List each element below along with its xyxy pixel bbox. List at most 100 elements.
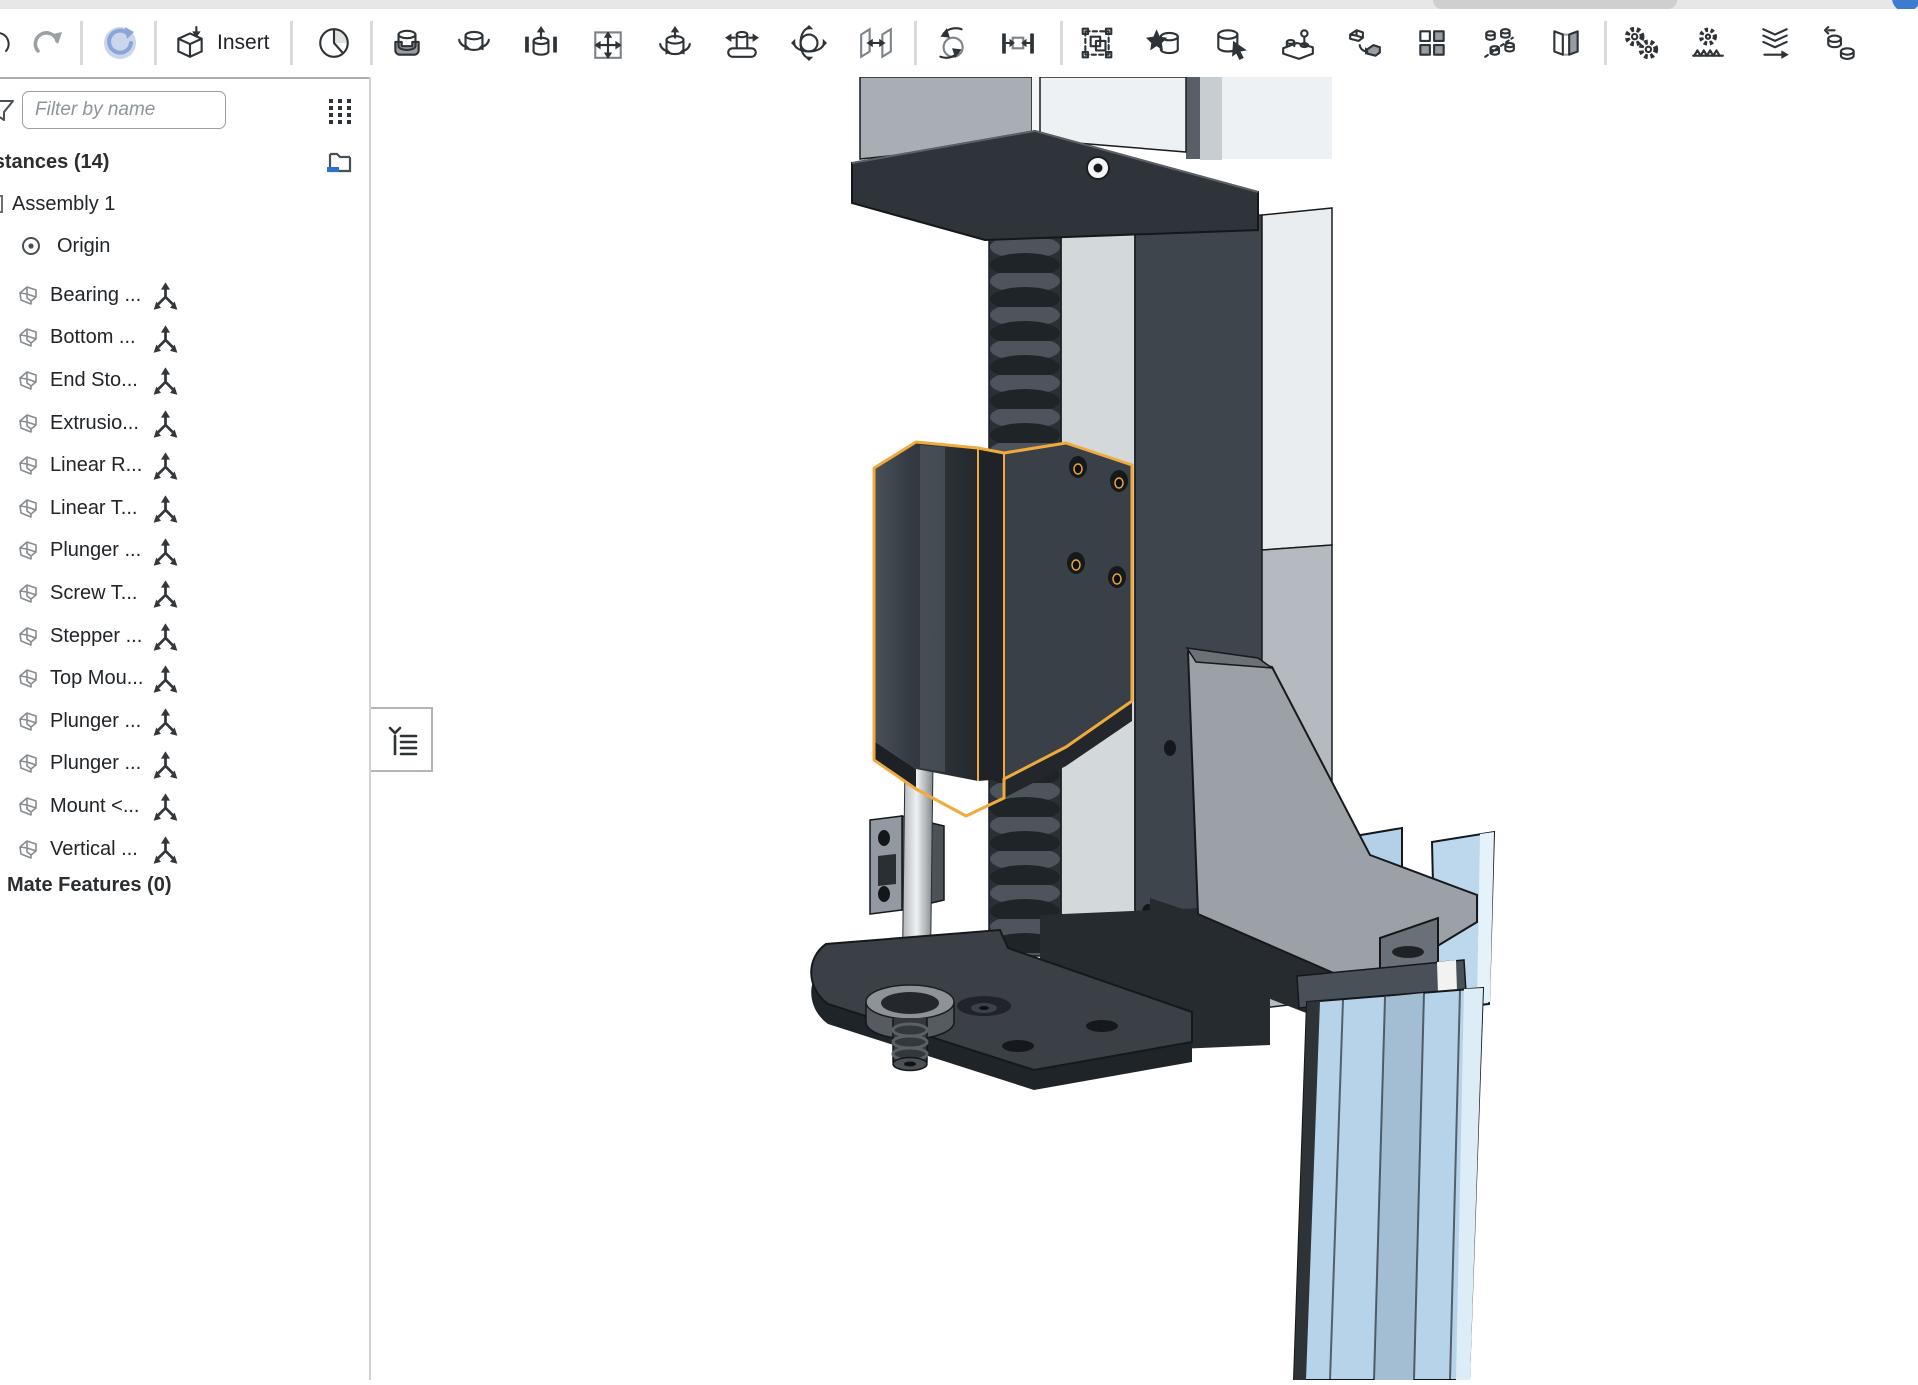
onshape-assembly-app: { "topbar": { "avatar_color": "#3d7bd0" … bbox=[0, 0, 1918, 1380]
tree-node-instance[interactable]: Top Mou... bbox=[0, 657, 371, 700]
tree-node-instance[interactable]: Vertical ... bbox=[0, 828, 371, 871]
part-icon bbox=[14, 324, 41, 351]
instances-header: Instances (14) bbox=[0, 151, 109, 174]
filter-funnel-icon bbox=[0, 96, 15, 124]
cylindrical-mate-button[interactable] bbox=[642, 17, 709, 69]
collapse-list-icon bbox=[382, 721, 420, 759]
assembly-model bbox=[371, 77, 1918, 1380]
revolute-mate-button[interactable] bbox=[441, 17, 508, 69]
tree-node-instance[interactable]: Extrusio... bbox=[0, 402, 371, 445]
ball-mate-button[interactable] bbox=[776, 17, 843, 69]
dof-tripod-icon[interactable] bbox=[150, 452, 181, 481]
replicate-button[interactable] bbox=[1198, 17, 1265, 69]
slider-mate-button[interactable] bbox=[508, 17, 575, 69]
gear-relation-button[interactable] bbox=[1608, 17, 1675, 69]
filter-input[interactable] bbox=[22, 91, 226, 129]
parallel-mate-button[interactable] bbox=[843, 17, 910, 69]
instance-label: Vertical ... bbox=[50, 838, 138, 861]
tree-node-instance[interactable]: Linear T... bbox=[0, 487, 371, 530]
belt-relation-button[interactable] bbox=[1809, 17, 1876, 69]
rack-pinion-relation-icon bbox=[1690, 25, 1726, 61]
gear-relation-icon bbox=[1623, 25, 1659, 61]
planar-mate-button[interactable] bbox=[575, 17, 642, 69]
dof-tripod-icon[interactable] bbox=[150, 708, 181, 737]
instance-label: Bearing ... bbox=[50, 284, 141, 307]
snap-mode-icon bbox=[1280, 25, 1316, 61]
group-icon bbox=[1000, 25, 1036, 61]
dof-tripod-icon[interactable] bbox=[150, 665, 181, 694]
tree-node-instance[interactable]: Stepper ... bbox=[0, 615, 371, 658]
part-icon bbox=[14, 665, 41, 692]
exploded-view-button[interactable] bbox=[1466, 17, 1533, 69]
exploded-view-icon bbox=[1481, 25, 1517, 61]
part-icon bbox=[14, 793, 41, 820]
transform-icon bbox=[1347, 25, 1383, 61]
tree-node-instance[interactable]: Bearing ... bbox=[0, 274, 371, 317]
dof-tripod-icon[interactable] bbox=[150, 793, 181, 822]
dof-tripod-icon[interactable] bbox=[150, 367, 181, 396]
insert-button[interactable]: Insert bbox=[166, 17, 276, 69]
screw-relation-button[interactable] bbox=[1742, 17, 1809, 69]
belt-relation-icon bbox=[1824, 25, 1860, 61]
assembly-toolbar: Insert bbox=[0, 9, 1918, 77]
part-icon bbox=[14, 410, 41, 437]
undo-button[interactable] bbox=[0, 17, 16, 69]
part-icon bbox=[14, 537, 41, 564]
add-instance-icon[interactable] bbox=[323, 146, 355, 178]
sync-icon bbox=[100, 23, 140, 63]
list-view-icon[interactable] bbox=[325, 95, 355, 125]
group-button[interactable] bbox=[985, 17, 1052, 69]
dof-tripod-icon[interactable] bbox=[150, 325, 181, 354]
dof-tripod-icon[interactable] bbox=[150, 538, 181, 567]
pattern-button[interactable] bbox=[1399, 17, 1466, 69]
redo-button[interactable] bbox=[28, 17, 68, 69]
dof-tripod-icon[interactable] bbox=[150, 495, 181, 524]
tree-node-instance[interactable]: Plunger ... bbox=[0, 530, 371, 573]
part-icon bbox=[14, 367, 41, 394]
rack-pinion-relation-button[interactable] bbox=[1675, 17, 1742, 69]
named-positions-button[interactable] bbox=[1131, 17, 1198, 69]
fastened-mate-button[interactable] bbox=[374, 17, 441, 69]
tree-node-assembly[interactable]: Assembly 1 bbox=[0, 189, 371, 219]
aluminum-extrusion-lower[interactable] bbox=[1294, 960, 1483, 1380]
slider-mate-icon bbox=[523, 25, 559, 61]
snap-mode-button[interactable] bbox=[1265, 17, 1332, 69]
tree-node-instance[interactable]: Mount <... bbox=[0, 785, 371, 828]
replicate-icon bbox=[1213, 25, 1249, 61]
toolbar-separator bbox=[80, 21, 83, 65]
instances-header-row: Instances (14) bbox=[0, 147, 371, 177]
section-tool-icon bbox=[1548, 25, 1584, 61]
mate-features-header[interactable]: Mate Features (0) bbox=[0, 870, 371, 900]
insert-icon bbox=[172, 25, 208, 61]
history-button[interactable] bbox=[310, 17, 358, 69]
toolbar-separator bbox=[1060, 21, 1063, 65]
instance-label: Plunger ... bbox=[50, 539, 141, 562]
part-icon bbox=[14, 580, 41, 607]
dof-tripod-icon[interactable] bbox=[150, 751, 181, 780]
dof-tripod-icon[interactable] bbox=[150, 623, 181, 652]
tree-node-instance[interactable]: Plunger ... bbox=[0, 700, 371, 743]
tree-node-instance[interactable]: Linear R... bbox=[0, 444, 371, 487]
tangent-mate-button[interactable] bbox=[918, 17, 985, 69]
graphics-viewport[interactable] bbox=[371, 77, 1918, 1380]
toolbar-separator bbox=[914, 21, 917, 65]
dof-tripod-icon[interactable] bbox=[150, 836, 181, 865]
dof-tripod-icon[interactable] bbox=[150, 282, 181, 311]
section-tool-button[interactable] bbox=[1533, 17, 1600, 69]
tree-node-instance[interactable]: Plunger ... bbox=[0, 743, 371, 786]
part-icon bbox=[14, 623, 41, 650]
tree-node-instance[interactable]: Screw T... bbox=[0, 572, 371, 615]
tree-node-origin[interactable]: Origin bbox=[0, 231, 371, 261]
pin-slot-mate-button[interactable] bbox=[709, 17, 776, 69]
tree-node-instance[interactable]: Bottom ... bbox=[0, 317, 371, 360]
mate-connector-button[interactable] bbox=[1064, 17, 1131, 69]
tree-node-instance[interactable]: End Sto... bbox=[0, 359, 371, 402]
transform-button[interactable] bbox=[1332, 17, 1399, 69]
origin-label: Origin bbox=[57, 235, 110, 258]
dof-tripod-icon[interactable] bbox=[150, 580, 181, 609]
planar-mate-icon bbox=[590, 25, 626, 61]
sync-button[interactable] bbox=[96, 17, 144, 69]
panel-collapse-tab[interactable] bbox=[371, 707, 433, 772]
named-positions-icon bbox=[1146, 25, 1182, 61]
dof-tripod-icon[interactable] bbox=[150, 410, 181, 439]
